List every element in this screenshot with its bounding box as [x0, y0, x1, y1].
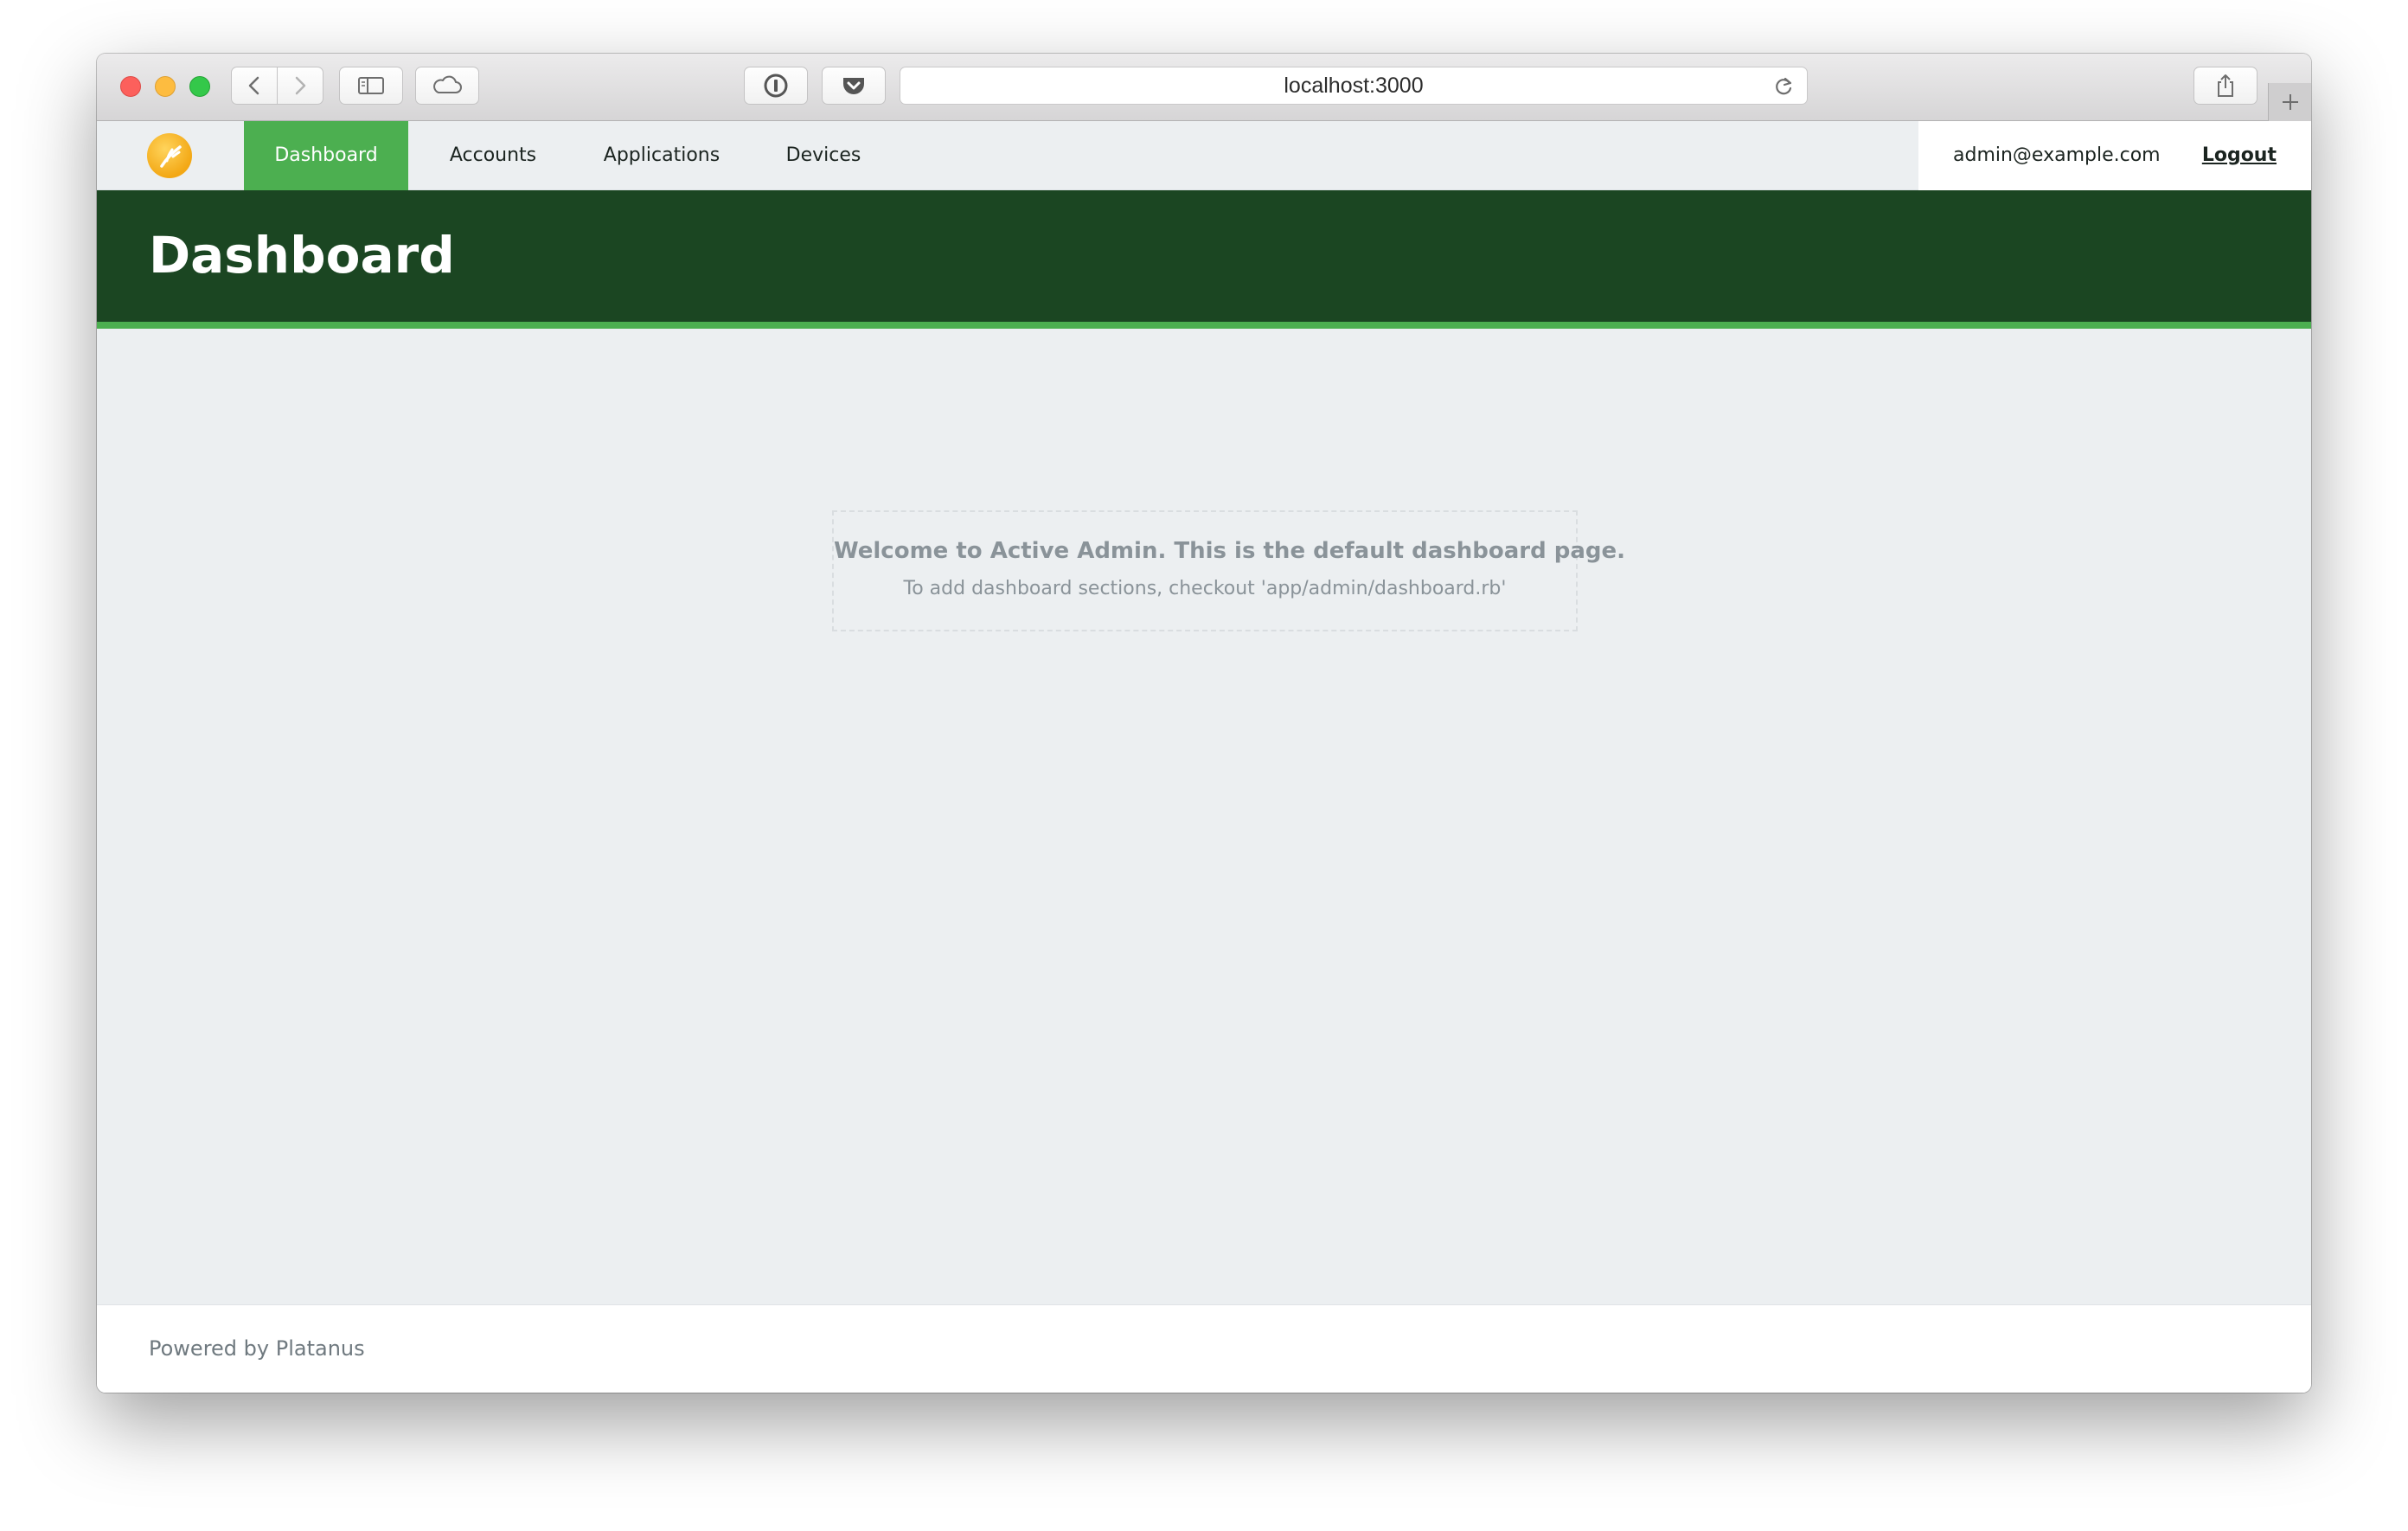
- 1password-button[interactable]: [744, 67, 808, 105]
- address-bar[interactable]: localhost:3000: [900, 67, 1808, 105]
- page-title: Dashboard: [149, 226, 455, 285]
- chevron-right-icon: [295, 76, 306, 95]
- site-logo[interactable]: [147, 133, 192, 178]
- footer: Powered by Platanus: [97, 1304, 2311, 1393]
- blank-slate: Welcome to Active Admin. This is the def…: [832, 510, 1626, 631]
- nav-item-applications[interactable]: Applications: [580, 121, 744, 190]
- icloud-tabs-icon: [433, 75, 462, 93]
- nav-item-accounts[interactable]: Accounts: [432, 121, 554, 190]
- close-window-button[interactable]: [120, 76, 141, 97]
- footer-text: Powered by Platanus: [149, 1336, 365, 1361]
- current-user-email[interactable]: admin@example.com: [1953, 121, 2161, 190]
- icloud-tabs-button[interactable]: [415, 67, 479, 105]
- minimize-window-button[interactable]: [155, 76, 176, 97]
- title-bar: Dashboard: [97, 190, 2311, 329]
- chevron-left-icon: [248, 76, 259, 95]
- sidebar-icon: [358, 77, 384, 94]
- blank-slate-text: To add dashboard sections, checkout 'app…: [903, 578, 1507, 599]
- nav-item-devices[interactable]: Devices: [763, 121, 884, 190]
- logout-link[interactable]: Logout: [2202, 121, 2277, 190]
- utility-nav: admin@example.com Logout: [1918, 121, 2311, 190]
- share-icon: [2218, 74, 2233, 97]
- browser-toolbar: localhost:3000: [97, 54, 2311, 121]
- forward-button[interactable]: [277, 67, 323, 105]
- nav-item-dashboard[interactable]: Dashboard: [244, 121, 408, 190]
- logo-icon: [160, 145, 182, 168]
- pocket-button[interactable]: [822, 67, 886, 105]
- header-nav: Dashboard Accounts Applications Devices …: [97, 121, 2311, 190]
- 1password-icon: [764, 74, 788, 98]
- pocket-icon: [843, 78, 864, 94]
- zoom-window-button[interactable]: [189, 76, 210, 97]
- new-tab-button[interactable]: [2268, 83, 2311, 121]
- sidebar-button[interactable]: [339, 67, 403, 105]
- back-button[interactable]: [231, 67, 278, 105]
- plus-icon: [2282, 94, 2298, 110]
- share-button[interactable]: [2193, 67, 2258, 105]
- url-text: localhost:3000: [1284, 74, 1424, 98]
- page-content: Dashboard Accounts Applications Devices …: [97, 121, 2311, 1393]
- blank-slate-heading: Welcome to Active Admin. This is the def…: [834, 538, 1626, 564]
- browser-window: localhost:3000 Dashboard Accounts Applic…: [97, 54, 2311, 1393]
- reload-icon[interactable]: [1772, 75, 1795, 98]
